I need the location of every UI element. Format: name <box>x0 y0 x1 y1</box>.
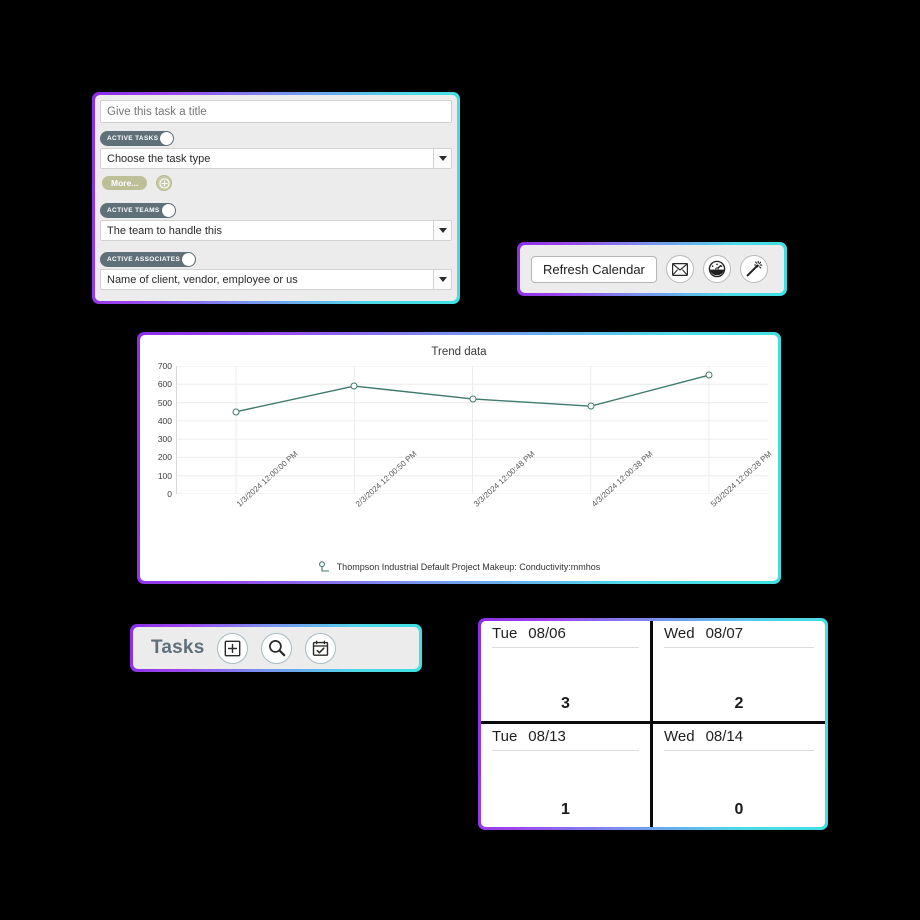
task-form-body: ACTIVE TASKS Choose the task type More..… <box>95 95 457 301</box>
calendar-cell-weekday: Tue <box>492 625 518 642</box>
legend-marker-icon <box>318 561 329 572</box>
calendar-grid-body: Tue 08/06 3 Wed 08/07 2 Tue 08/13 1 Wed … <box>481 621 825 827</box>
envelope-icon[interactable] <box>665 255 694 283</box>
refresh-calendar-card: Refresh Calendar <box>517 242 787 296</box>
calendar-cell-count: 0 <box>734 801 744 818</box>
toggle-row-active-projects: ACTIVE PROJECTS <box>95 293 457 301</box>
calendar-cell-weekday: Tue <box>492 728 518 745</box>
refresh-calendar-button[interactable]: Refresh Calendar <box>531 255 657 283</box>
add-task-icon[interactable] <box>217 632 249 664</box>
more-button[interactable]: More... <box>102 176 148 190</box>
calendar-cell-header: Wed 08/07 <box>664 625 814 648</box>
toggle-row-active-tasks: ACTIVE TASKS <box>95 123 457 148</box>
tasks-card: Tasks <box>130 624 422 672</box>
team-select[interactable]: The team to handle this <box>100 220 452 241</box>
chart-y-tick: 600 <box>157 379 172 390</box>
chart-data-point <box>705 371 713 379</box>
calendar-cell-count: 3 <box>561 695 570 712</box>
search-icon[interactable] <box>261 632 293 664</box>
calendar-cell-header: Tue 08/13 <box>492 728 639 751</box>
calendar-cell[interactable]: Wed 08/14 0 <box>653 724 825 827</box>
toggle-row-active-teams: ACTIVE TEAMS <box>95 195 457 220</box>
calendar-cell-date: 08/07 <box>705 625 744 642</box>
chart-y-tick: 400 <box>157 415 172 426</box>
calendar-cell[interactable]: Tue 08/06 3 <box>481 621 653 724</box>
chart-legend-label: Thompson Industrial Default Project Make… <box>336 562 601 572</box>
calendar-cell-date: 08/13 <box>528 728 566 745</box>
toggle-active-teams[interactable]: ACTIVE TEAMS <box>100 203 176 218</box>
chart-y-tick: 0 <box>167 489 172 499</box>
toggle-active-associates[interactable]: ACTIVE ASSOCIATES <box>100 252 197 267</box>
tasks-title: Tasks <box>151 637 205 658</box>
calendar-grid-card: Tue 08/06 3 Wed 08/07 2 Tue 08/13 1 Wed … <box>478 618 828 830</box>
calendar-cell-date: 08/14 <box>705 728 744 745</box>
chevron-down-icon[interactable] <box>433 148 452 169</box>
chart-y-axis: 700 600 500 400 300 200 100 0 <box>150 361 172 499</box>
associate-select[interactable]: Name of client, vendor, employee or us <box>100 269 452 290</box>
chevron-down-icon[interactable] <box>433 220 452 241</box>
chart-y-tick: 700 <box>157 361 172 371</box>
plus-circle-icon[interactable] <box>156 175 173 191</box>
more-actions-row: More... <box>95 172 457 195</box>
chart-y-tick: 200 <box>157 452 172 463</box>
task-title-input[interactable] <box>100 100 452 123</box>
magic-wand-icon[interactable] <box>739 255 768 283</box>
calendar-cell-header: Wed 08/14 <box>664 728 814 751</box>
toggle-knob <box>161 204 175 217</box>
chart-data-point <box>232 408 240 416</box>
toggle-active-associates-label: ACTIVE ASSOCIATES <box>107 256 181 263</box>
chart-title: Trend data <box>431 346 487 358</box>
chart-legend: Thompson Industrial Default Project Make… <box>140 561 778 573</box>
toggle-knob <box>182 253 196 266</box>
chart-y-tick: 500 <box>157 397 172 408</box>
refresh-calendar-body: Refresh Calendar <box>520 245 784 293</box>
chart-plot-wrap: 700 600 500 400 300 200 100 0 1/3/2024 12:00:00… <box>150 361 774 509</box>
task-type-select[interactable]: Choose the task type <box>100 148 452 169</box>
chart-y-tick: 300 <box>157 434 172 445</box>
toggle-row-active-associates: ACTIVE ASSOCIATES <box>95 244 457 269</box>
associate-select-value: Name of client, vendor, employee or us <box>100 269 433 290</box>
chevron-down-icon[interactable] <box>433 269 452 290</box>
calendar-cell-date: 08/06 <box>528 625 566 642</box>
calendar-cell-weekday: Wed <box>664 728 695 745</box>
toggle-active-tasks[interactable]: ACTIVE TASKS <box>100 131 175 146</box>
calendar-cell[interactable]: Wed 08/07 2 <box>653 621 825 724</box>
chart-data-point <box>587 402 595 410</box>
gauge-icon[interactable] <box>702 255 731 283</box>
screen: ACTIVE TASKS Choose the task type More..… <box>0 0 920 920</box>
task-form-card: ACTIVE TASKS Choose the task type More..… <box>92 92 460 304</box>
tasks-card-body: Tasks <box>133 627 419 669</box>
trend-chart-body: Trend data 700 600 500 400 300 200 100 0 1/3/20… <box>140 335 778 581</box>
team-select-value: The team to handle this <box>100 220 433 241</box>
calendar-cell-count: 1 <box>561 801 570 818</box>
calendar-cell-weekday: Wed <box>664 625 695 642</box>
chart-data-point <box>350 382 358 390</box>
calendar-check-icon[interactable] <box>305 632 337 664</box>
calendar-cell[interactable]: Tue 08/13 1 <box>481 724 653 827</box>
chart-data-point <box>469 395 476 403</box>
chart-x-axis: 1/3/2024 12:00:00 PM 2/3/2024 12:00:50 PM… <box>176 449 773 566</box>
toggle-knob <box>160 132 174 145</box>
trend-chart-card: Trend data 700 600 500 400 300 200 100 0 1/3/20… <box>137 332 781 584</box>
task-type-select-value: Choose the task type <box>100 148 433 169</box>
calendar-cell-header: Tue 08/06 <box>492 625 639 648</box>
chart-y-tick: 100 <box>157 470 172 481</box>
calendar-cell-count: 2 <box>734 695 744 712</box>
